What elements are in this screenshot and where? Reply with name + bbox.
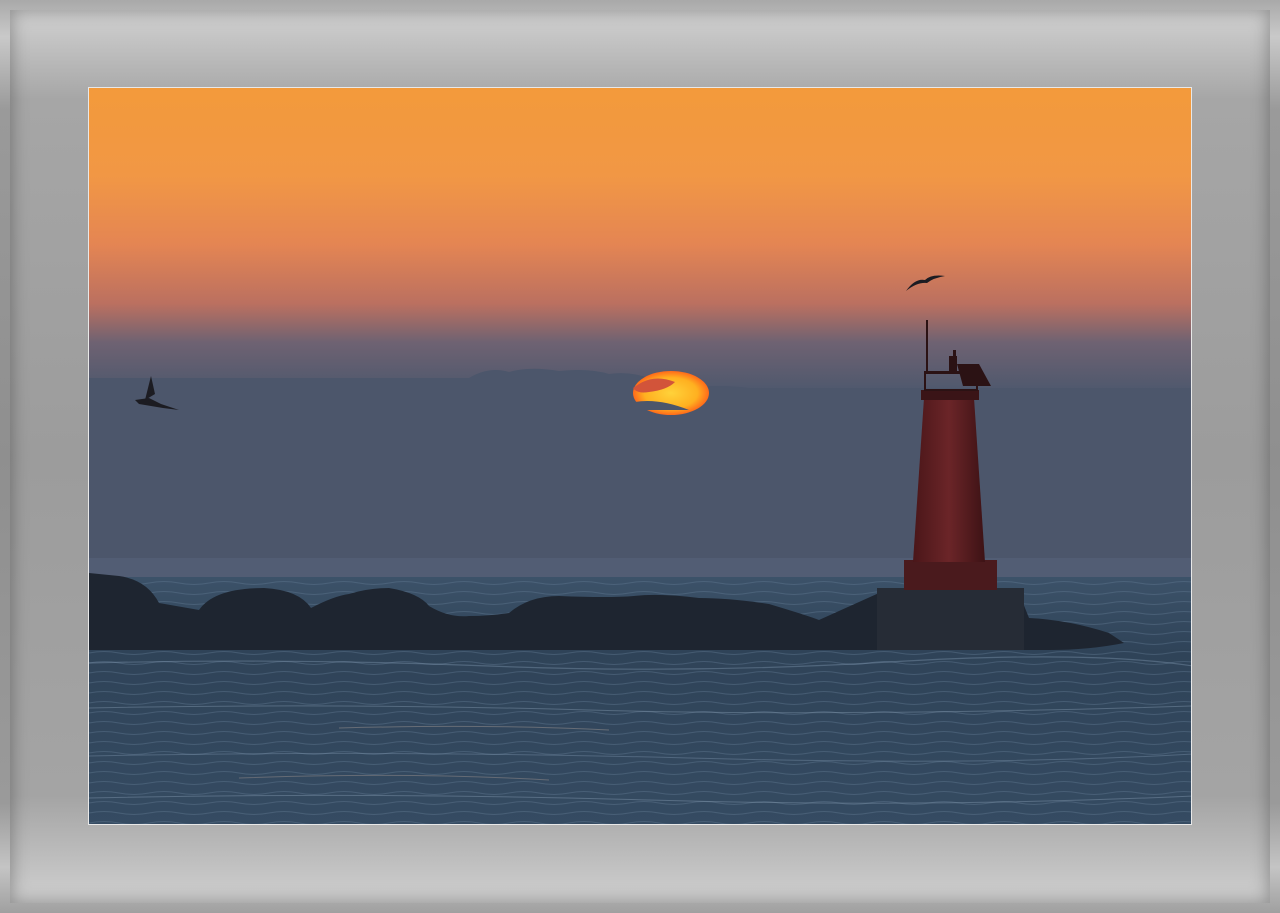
photograph (88, 87, 1192, 825)
seascape-image (89, 88, 1191, 824)
